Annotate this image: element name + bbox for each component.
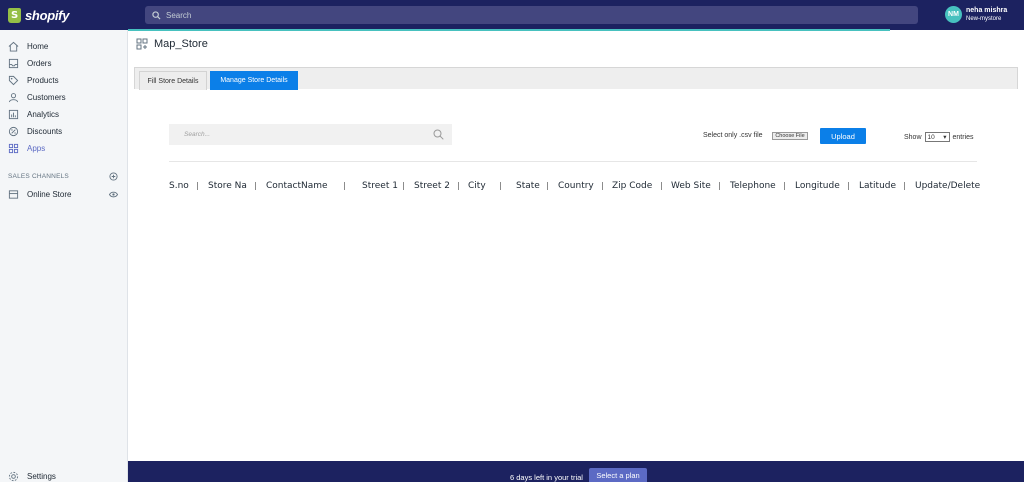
column-separator: | xyxy=(254,181,257,190)
main-content: Map_Store Fill Store Details Manage Stor… xyxy=(128,31,1024,461)
column-separator: | xyxy=(718,181,721,190)
table-search-placeholder: Search... xyxy=(184,131,211,138)
logo-text: shopify xyxy=(25,7,70,23)
tab-manage-store-details[interactable]: Manage Store Details xyxy=(210,71,298,90)
column-separator: | xyxy=(402,181,405,190)
column-separator: | xyxy=(343,181,346,190)
dropdown-arrow-icon: ▾ xyxy=(943,134,947,141)
apps-icon xyxy=(8,143,19,154)
sidebar-item-label: Analytics xyxy=(27,110,60,119)
person-icon xyxy=(8,93,19,103)
column-header[interactable]: Street 2 xyxy=(414,181,450,191)
add-channel-icon[interactable] xyxy=(109,172,118,181)
divider xyxy=(169,161,977,162)
sales-channels-heading: SALES CHANNELS xyxy=(8,173,69,180)
column-separator: | xyxy=(196,181,199,190)
sidebar-item-discounts[interactable]: Discounts xyxy=(8,125,62,138)
trial-banner: 6 days left in your trial Select a plan xyxy=(128,461,1024,482)
entries-control: Show 10 ▾ entries xyxy=(904,132,974,142)
page-header: Map_Store xyxy=(136,38,208,50)
sidebar-item-label: Customers xyxy=(27,93,66,102)
search-icon xyxy=(433,129,444,140)
column-header[interactable]: Zip Code xyxy=(612,181,652,191)
sidebar-item-apps[interactable]: Apps xyxy=(8,142,45,155)
column-separator: | xyxy=(783,181,786,190)
avatar: NM xyxy=(945,6,962,23)
sidebar-item-label: Apps xyxy=(27,144,46,153)
column-header[interactable]: Web Site xyxy=(671,181,711,191)
column-header[interactable]: S.no xyxy=(169,181,189,191)
bar-chart-icon xyxy=(8,109,19,120)
choose-file-button[interactable]: Choose File xyxy=(772,132,808,140)
select-plan-button[interactable]: Select a plan xyxy=(589,468,647,482)
sidebar-item-label: Products xyxy=(27,76,59,85)
sidebar-item-label: Home xyxy=(27,42,49,51)
page-title: Map_Store xyxy=(154,38,208,50)
column-header[interactable]: Latitude xyxy=(859,181,896,191)
home-icon xyxy=(8,41,19,52)
column-header[interactable]: Street 1 xyxy=(362,181,398,191)
entries-select[interactable]: 10 ▾ xyxy=(924,132,950,142)
column-separator: | xyxy=(546,181,549,190)
column-separator: | xyxy=(660,181,663,190)
trial-text: 6 days left in your trial xyxy=(510,473,583,482)
entries-label: entries xyxy=(952,133,974,141)
sidebar-item-label: Settings xyxy=(27,472,56,481)
eye-icon[interactable] xyxy=(109,190,118,199)
column-separator: | xyxy=(847,181,850,190)
sidebar-item-online-store[interactable]: Online Store xyxy=(8,188,71,201)
sidebar-item-label: Discounts xyxy=(27,127,63,136)
column-header[interactable]: City xyxy=(468,181,486,191)
csv-hint: Select only .csv file xyxy=(703,132,763,139)
gear-icon xyxy=(8,471,19,482)
upload-button[interactable]: Upload xyxy=(820,128,866,144)
store-icon xyxy=(8,190,19,199)
sidebar-item-label: Orders xyxy=(27,59,52,68)
sidebar-item-orders[interactable]: Orders xyxy=(8,57,51,70)
column-header[interactable]: Update/Delete xyxy=(915,181,980,191)
entries-value: 10 xyxy=(927,133,935,141)
store-name: New-mystore xyxy=(966,16,1002,22)
orders-icon xyxy=(8,58,19,69)
column-header[interactable]: Store Na xyxy=(208,181,247,191)
search-placeholder: Search xyxy=(166,10,192,20)
shopify-logo[interactable]: shopify xyxy=(8,6,69,24)
column-header[interactable]: Longitude xyxy=(795,181,840,191)
column-separator: | xyxy=(601,181,604,190)
sidebar-item-analytics[interactable]: Analytics xyxy=(8,108,59,121)
column-separator: | xyxy=(499,181,502,190)
tag-icon xyxy=(8,75,19,86)
top-bar: shopify Search NM neha mishra New-mystor… xyxy=(0,0,1024,30)
global-search-input[interactable]: Search xyxy=(145,6,918,24)
user-name: neha mishra xyxy=(966,7,1008,14)
tab-fill-store-details[interactable]: Fill Store Details xyxy=(139,71,207,90)
user-menu[interactable]: NM neha mishra New-mystore xyxy=(945,6,1007,23)
table-search-input[interactable]: Search... xyxy=(169,124,452,145)
discount-icon xyxy=(8,126,19,137)
sidebar-item-settings[interactable]: Settings xyxy=(8,470,56,482)
column-header[interactable]: State xyxy=(516,181,540,191)
column-header[interactable]: ContactName xyxy=(266,181,328,191)
column-separator: | xyxy=(457,181,460,190)
column-separator: | xyxy=(903,181,906,190)
shopify-bag-icon xyxy=(8,7,21,23)
column-header[interactable]: Country xyxy=(558,181,594,191)
app-icon xyxy=(136,38,148,50)
tab-bar: Fill Store Details Manage Store Details xyxy=(134,67,1018,90)
sidebar-item-home[interactable]: Home xyxy=(8,40,48,53)
sidebar-item-customers[interactable]: Customers xyxy=(8,91,66,104)
column-header[interactable]: Telephone xyxy=(730,181,776,191)
sidebar-item-label: Online Store xyxy=(27,190,72,199)
sidebar-item-products[interactable]: Products xyxy=(8,74,59,87)
search-icon xyxy=(152,10,161,20)
sidebar: Home Orders Products Customers Analytics… xyxy=(0,30,128,482)
show-label: Show xyxy=(904,133,922,141)
